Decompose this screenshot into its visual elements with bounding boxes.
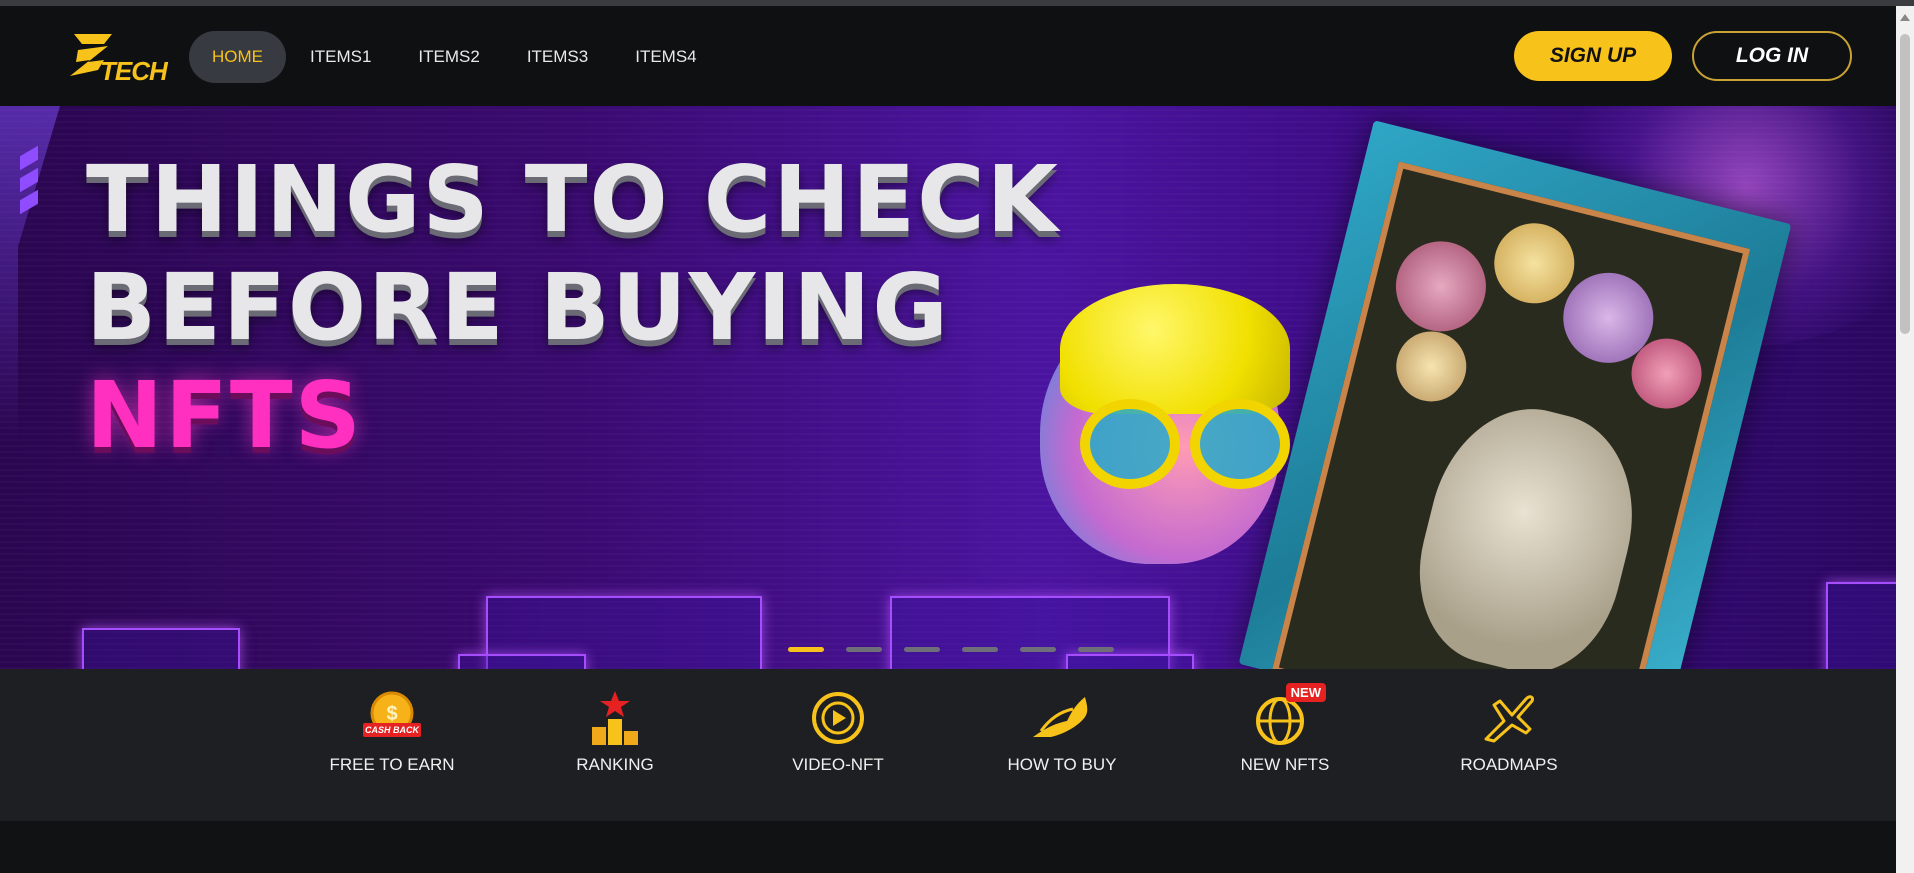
airplane-icon [1474,687,1544,749]
main-nav: HOME ITEMS1 ITEMS2 ITEMS3 ITEMS4 [189,31,721,83]
feature-ranking[interactable]: RANKING [525,687,705,775]
scrollbar[interactable] [1896,6,1914,873]
logo-text: TECH [100,56,168,86]
frame-canvas [1271,161,1751,669]
cashback-coin-icon: $ CASH BACK [357,687,427,749]
new-badge: NEW [1285,683,1326,702]
slider-dot[interactable] [1020,647,1056,652]
podium-star-icon [580,687,650,749]
nav-items2[interactable]: ITEMS2 [395,31,502,83]
feature-label: HOW TO BUY [1007,755,1117,774]
page-bottom [0,821,1896,873]
scroll-up-arrow-icon[interactable] [1900,14,1910,21]
feature-label: ROADMAPS [1460,755,1558,774]
picture-frame [1238,120,1792,669]
nav-items3[interactable]: ITEMS3 [504,31,611,83]
hero-artwork [1040,120,1860,669]
headline-line-3: NFTS [86,362,363,469]
nav-home[interactable]: HOME [189,31,286,83]
glasses-lens-left [1080,399,1180,489]
flower [1388,324,1474,409]
feature-label: FREE TO EARN [329,755,455,774]
feature-how-to-buy[interactable]: HOW TO BUY [972,687,1152,775]
horse-icon [1027,687,1097,749]
monkey-cap [1060,284,1290,414]
slider-dot[interactable] [904,647,940,652]
site-header: TECH HOME ITEMS1 ITEMS2 ITEMS3 ITEMS4 SI… [0,6,1896,106]
statue-face [1398,389,1656,669]
hero-headline: THINGS TO CHECK BEFORE BUYING NFTS [86,146,1060,470]
page: TECH HOME ITEMS1 ITEMS2 ITEMS3 ITEMS4 SI… [0,6,1896,873]
nav-items4[interactable]: ITEMS4 [612,31,719,83]
svg-text:CASH BACK: CASH BACK [365,725,421,735]
slider-dots [788,647,1136,652]
feature-label: RANKING [576,755,654,774]
logo[interactable]: TECH [68,30,168,86]
slider-dot[interactable] [788,647,824,652]
feature-video-nft[interactable]: VIDEO-NFT [748,687,928,775]
neon-block [82,628,240,669]
scroll-thumb[interactable] [1900,34,1910,334]
play-circle-icon [803,687,873,749]
hero-banner[interactable]: THINGS TO CHECK BEFORE BUYING NFTS [0,106,1896,669]
feature-label: VIDEO-NFT [792,755,884,774]
flower [1386,231,1496,341]
svg-text:$: $ [386,703,397,725]
slider-dot[interactable] [962,647,998,652]
globe-icon: NEW [1250,683,1326,749]
glasses-lens-right [1190,399,1290,489]
feature-label: NEW NFTS [1240,755,1330,774]
neon-block [458,654,586,669]
log-in-button[interactable]: LOG IN [1692,31,1852,81]
feature-bar: $ CASH BACK FREE TO EARN RANKING VIDEO-N… [0,669,1896,821]
feature-roadmaps[interactable]: ROADMAPS [1419,687,1599,775]
feature-free-to-earn[interactable]: $ CASH BACK FREE TO EARN [302,687,482,775]
nav-items1[interactable]: ITEMS1 [287,31,394,83]
headline-line-2: BEFORE BUYING [86,254,950,361]
feature-new-nfts[interactable]: NEW NEW NFTS [1195,683,1375,775]
sign-up-button[interactable]: SIGN UP [1514,31,1672,81]
slider-dot[interactable] [846,647,882,652]
slider-dot[interactable] [1078,647,1114,652]
headline-line-1: THINGS TO CHECK [86,146,1060,253]
